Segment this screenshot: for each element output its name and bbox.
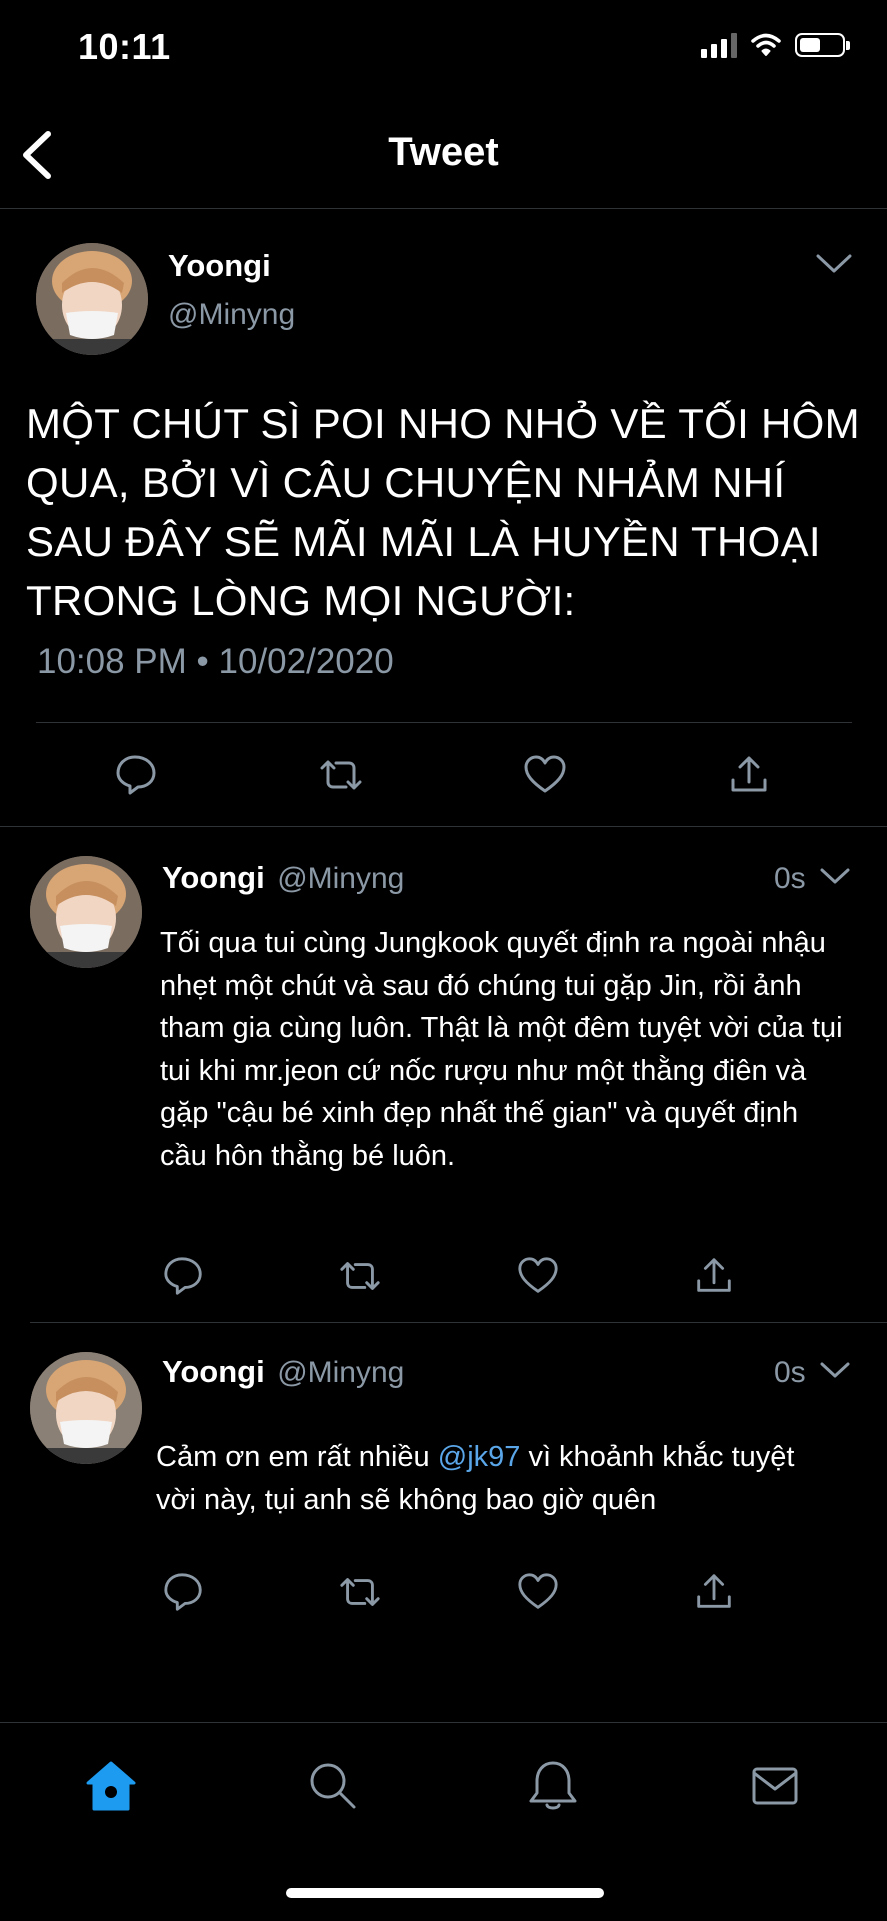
avatar-photo [36, 243, 148, 355]
chevron-down-icon[interactable] [812, 250, 856, 278]
page-title: Tweet [388, 130, 499, 174]
retweet-icon[interactable] [316, 752, 366, 798]
avatar[interactable] [30, 1352, 142, 1464]
reply-author-handle[interactable]: @Minyng [277, 862, 404, 895]
tweet-timestamp: 10:08 PM • 10/02/2020 [37, 642, 394, 681]
like-icon[interactable] [516, 1570, 560, 1614]
reply-icon[interactable] [114, 752, 160, 798]
notifications-icon[interactable] [526, 1757, 580, 1815]
tweet-text: MỘT CHÚT SÌ POI NHO NHỎ VỀ TỐI HÔM QUA, … [26, 400, 860, 624]
reply-time: 0s [774, 862, 806, 895]
messages-icon[interactable] [748, 1761, 802, 1811]
cellular-signal-icon [701, 32, 737, 58]
share-icon[interactable] [726, 752, 772, 798]
retweet-icon[interactable] [336, 1254, 384, 1298]
reply-header: Yoongi @Minyng [162, 1354, 404, 1390]
like-icon[interactable] [522, 752, 568, 798]
reply-divider [30, 1322, 887, 1323]
avatar-photo [30, 856, 142, 968]
reply-author-name[interactable]: Yoongi [162, 860, 265, 895]
status-time: 10:11 [78, 26, 171, 67]
timestamp-divider [36, 722, 852, 723]
retweet-icon[interactable] [336, 1570, 384, 1614]
reply-header: Yoongi @Minyng [162, 860, 404, 896]
header-divider [0, 208, 887, 209]
reply-author-handle[interactable]: @Minyng [277, 1356, 404, 1389]
search-icon[interactable] [306, 1759, 360, 1813]
avatar[interactable] [30, 856, 142, 968]
like-icon[interactable] [516, 1254, 560, 1298]
home-icon[interactable] [84, 1759, 138, 1813]
reply-icon[interactable] [162, 1570, 206, 1614]
home-indicator[interactable] [286, 1888, 604, 1898]
battery-icon [795, 33, 850, 57]
mention-link[interactable]: @jk97 [438, 1441, 521, 1473]
author-handle[interactable]: @Minyng [168, 298, 295, 332]
reply-icon[interactable] [162, 1254, 206, 1298]
section-divider [0, 826, 887, 827]
reply-text: Cảm ơn em rất nhiều @jk97 vì khoảnh khắc… [156, 1436, 842, 1521]
author-name[interactable]: Yoongi [168, 248, 271, 284]
reply-author-name[interactable]: Yoongi [162, 1354, 265, 1389]
chevron-down-icon[interactable] [818, 1360, 852, 1382]
avatar[interactable] [36, 243, 148, 355]
avatar-photo [30, 1352, 142, 1464]
share-icon[interactable] [692, 1254, 736, 1298]
reply-text: Tối qua tui cùng Jungkook quyết định ra … [160, 927, 843, 1172]
wifi-icon [751, 33, 781, 56]
chevron-down-icon[interactable] [818, 866, 852, 888]
reply-time: 0s [774, 1356, 806, 1389]
share-icon[interactable] [692, 1570, 736, 1614]
reply-text-start: Cảm ơn em rất nhiều [156, 1441, 438, 1473]
status-icons [701, 32, 850, 58]
